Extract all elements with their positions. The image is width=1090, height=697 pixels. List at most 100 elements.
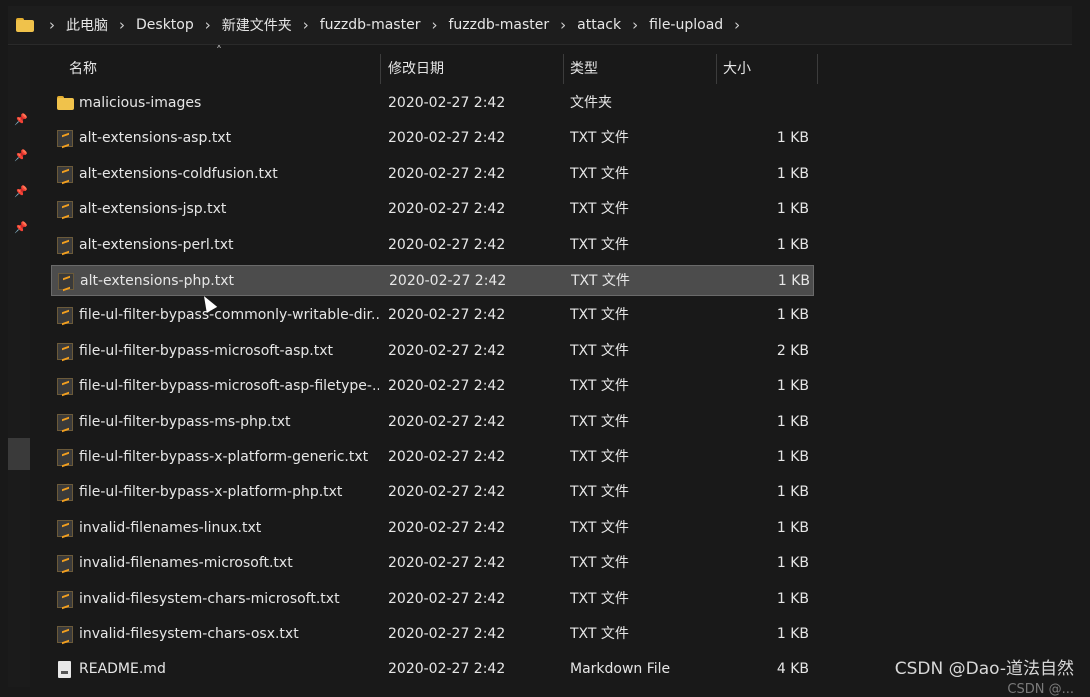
breadcrumb-item[interactable]: 此电脑	[66, 15, 108, 35]
file-size: 1 KB	[776, 130, 809, 147]
column-divider[interactable]	[716, 54, 717, 84]
file-size: 1 KB	[776, 449, 809, 465]
breadcrumb-separator-icon[interactable]: ›	[303, 16, 309, 34]
breadcrumb-separator-icon[interactable]: ›	[205, 16, 211, 34]
column-header-name[interactable]: 名称	[69, 54, 97, 84]
file-row[interactable]: invalid-filesystem-chars-osx.txt 2020-02-…	[51, 619, 814, 650]
file-type: TXT 文件	[570, 165, 629, 182]
file-row[interactable]: file-ul-filter-bypass-microsoft-asp.txt 2…	[51, 336, 814, 367]
column-divider[interactable]	[563, 54, 564, 84]
file-type: Markdown File	[570, 661, 671, 678]
file-row[interactable]: alt-extensions-asp.txt 2020-02-27 2:42 TXT…	[51, 123, 814, 154]
breadcrumb-separator-icon[interactable]: ›	[119, 16, 125, 34]
pin-icon[interactable]: 📌	[14, 113, 28, 126]
column-header-date[interactable]: 修改日期	[388, 54, 444, 84]
sublime-file-icon	[57, 165, 73, 183]
file-row[interactable]: alt-extensions-perl.txt 2020-02-27 2:42 TX…	[51, 230, 814, 261]
pin-icon[interactable]: 📌	[14, 221, 28, 234]
sublime-file-icon	[57, 130, 73, 148]
column-header-row: ˄ 名称 修改日期 类型 大小	[36, 44, 836, 84]
column-divider[interactable]	[380, 54, 381, 84]
file-row[interactable]: invalid-filesystem-chars-microsoft.txt 20…	[51, 584, 814, 615]
breadcrumb-item[interactable]: fuzzdb-master	[320, 17, 421, 33]
file-name: file-ul-filter-bypass-x-platform-generic…	[79, 449, 369, 465]
breadcrumb-item[interactable]: 新建文件夹	[222, 15, 292, 35]
file-date: 2020-02-27 2:42	[388, 484, 506, 501]
file-name: alt-extensions-asp.txt	[79, 130, 232, 147]
file-date: 2020-02-27 2:42	[388, 130, 506, 147]
file-date: 2020-02-27 2:42	[388, 342, 506, 359]
sublime-file-icon	[57, 519, 73, 537]
file-type: TXT 文件	[570, 307, 629, 324]
breadcrumb-separator-icon[interactable]: ›	[49, 16, 55, 34]
folder-icon	[57, 95, 74, 112]
file-type: TXT 文件	[570, 484, 629, 501]
file-type: TXT 文件	[570, 413, 629, 430]
file-type: TXT 文件	[570, 626, 629, 642]
pin-icon[interactable]: 📌	[14, 149, 28, 162]
breadcrumb-item[interactable]: file-upload	[649, 17, 723, 33]
file-name: invalid-filenames-linux.txt	[79, 519, 262, 536]
file-row[interactable]: alt-extensions-jsp.txt 2020-02-27 2:42 TXT…	[51, 194, 814, 225]
breadcrumb-separator-icon[interactable]: ›	[560, 16, 566, 34]
file-type: TXT 文件	[570, 342, 629, 359]
navigation-pane	[8, 46, 30, 687]
file-size: 1 KB	[776, 590, 809, 607]
file-date: 2020-02-27 2:42	[388, 590, 506, 607]
file-name: file-ul-filter-bypass-ms-php.txt	[79, 413, 291, 430]
file-date: 2020-02-27 2:42	[388, 201, 506, 218]
file-type: TXT 文件	[570, 378, 629, 395]
address-bar[interactable]: › 此电脑 › Desktop › 新建文件夹 › fuzzdb-master › fuzzdb-…	[8, 6, 1072, 45]
pin-icon[interactable]: 📌	[14, 185, 28, 198]
file-name: malicious-images	[79, 95, 202, 111]
file-name: invalid-filesystem-chars-microsoft.txt	[79, 590, 340, 607]
file-size: 1 KB	[776, 555, 809, 572]
breadcrumb-item[interactable]: attack	[577, 17, 621, 33]
watermark-partial: CSDN @...	[1007, 682, 1074, 697]
file-name: alt-extensions-perl.txt	[79, 236, 234, 253]
file-date: 2020-02-27 2:42	[388, 378, 506, 395]
file-date: 2020-02-27 2:42	[388, 413, 506, 430]
file-row[interactable]: invalid-filenames-linux.txt 2020-02-27 2:…	[51, 513, 814, 544]
file-row[interactable]: file-ul-filter-bypass-ms-php.txt 2020-02-…	[51, 407, 814, 438]
file-row[interactable]: invalid-filenames-microsoft.txt 2020-02-2…	[51, 548, 814, 579]
file-row[interactable]: alt-extensions-php.txt 2020-02-27 2:42 TXT…	[51, 265, 814, 296]
breadcrumb-separator-icon[interactable]: ›	[431, 16, 437, 34]
breadcrumb-item[interactable]: fuzzdb-master	[448, 17, 549, 33]
sublime-file-icon	[57, 484, 73, 502]
column-header-size[interactable]: 大小	[723, 54, 751, 84]
file-size: 1 KB	[776, 378, 809, 395]
file-date: 2020-02-27 2:42	[388, 626, 506, 642]
sublime-file-icon	[57, 378, 73, 396]
breadcrumb-separator-icon[interactable]: ›	[734, 16, 740, 34]
file-row[interactable]: file-ul-filter-bypass-x-platform-generic…	[51, 442, 814, 473]
file-date: 2020-02-27 2:42	[388, 95, 506, 111]
file-size: 1 KB	[776, 165, 809, 182]
file-size: 1 KB	[776, 201, 809, 218]
file-row[interactable]: file-ul-filter-bypass-microsoft-asp-file…	[51, 371, 814, 402]
file-row[interactable]: file-ul-filter-bypass-commonly-writable-…	[51, 300, 814, 331]
column-divider[interactable]	[817, 54, 818, 84]
file-row[interactable]: README.md 2020-02-27 2:42 Markdown File 4 K…	[51, 654, 814, 685]
file-row[interactable]: file-ul-filter-bypass-x-platform-php.txt…	[51, 477, 814, 508]
file-date: 2020-02-27 2:42	[388, 519, 506, 536]
file-date: 2020-02-27 2:42	[389, 273, 507, 289]
file-row[interactable]: alt-extensions-coldfusion.txt 2020-02-27 …	[51, 159, 814, 190]
breadcrumb: › 此电脑 › Desktop › 新建文件夹 › fuzzdb-master › fuzzdb-…	[38, 15, 751, 35]
column-header-type[interactable]: 类型	[570, 54, 598, 84]
file-size: 1 KB	[776, 413, 809, 430]
file-row[interactable]: malicious-images 2020-02-27 2:42 文件夹	[51, 88, 814, 119]
breadcrumb-item[interactable]: Desktop	[136, 17, 194, 33]
nav-scrollbar-thumb[interactable]	[8, 438, 30, 470]
file-date: 2020-02-27 2:42	[388, 449, 506, 465]
file-type: TXT 文件	[570, 130, 629, 147]
file-size: 4 KB	[776, 661, 809, 678]
file-type: TXT 文件	[570, 201, 629, 218]
file-size	[711, 88, 809, 119]
file-date: 2020-02-27 2:42	[388, 236, 506, 253]
file-type: TXT 文件	[570, 590, 629, 607]
file-date: 2020-02-27 2:42	[388, 661, 506, 678]
sublime-file-icon	[57, 307, 73, 325]
breadcrumb-separator-icon[interactable]: ›	[632, 16, 638, 34]
file-size: 2 KB	[776, 342, 809, 359]
